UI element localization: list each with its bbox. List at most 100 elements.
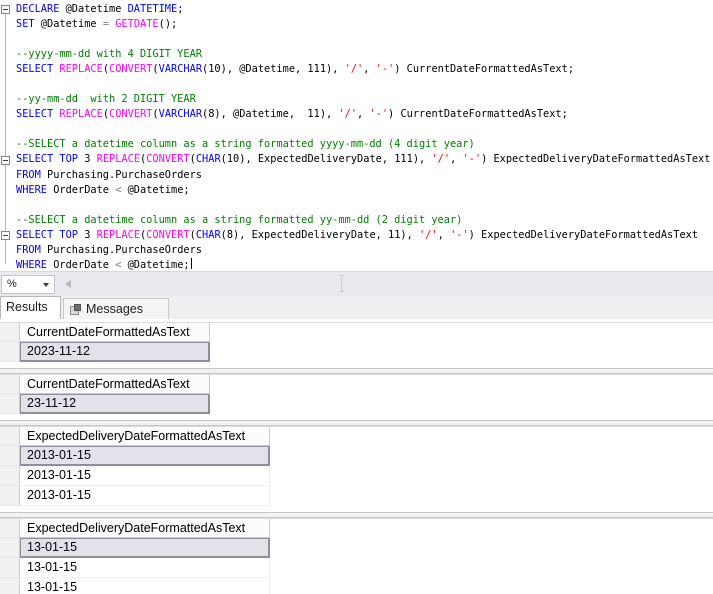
code-token: ; xyxy=(177,3,183,15)
table-row: 2023-11-12 xyxy=(0,342,713,362)
row-header[interactable] xyxy=(0,446,20,466)
code-line: --SELECT a datetime column as a string f… xyxy=(16,137,713,152)
code-token: CHAR xyxy=(196,229,221,241)
code-token: , xyxy=(450,153,462,165)
column-header[interactable]: ExpectedDeliveryDateFormattedAsText xyxy=(20,427,270,446)
corner-header-cell[interactable] xyxy=(0,375,20,394)
corner-header-cell[interactable] xyxy=(0,323,20,342)
sql-editor[interactable]: DECLARE @Datetime DATETIME;SET @Datetime… xyxy=(0,0,713,271)
tab-results-label: Results xyxy=(6,300,48,314)
grid-cell[interactable]: 13-01-15 xyxy=(20,538,270,558)
table-row: 2013-01-15 xyxy=(0,446,713,466)
code-line xyxy=(16,77,713,92)
code-token: 3 xyxy=(78,153,97,165)
code-token: '-' xyxy=(376,63,395,75)
code-line: SELECT REPLACE(CONVERT(VARCHAR(10), @Dat… xyxy=(16,62,713,77)
table-row: 13-01-15 xyxy=(0,578,713,594)
grid-cell[interactable]: 2013-01-15 xyxy=(20,466,270,486)
code-line: WHERE OrderDate < @Datetime; xyxy=(16,183,713,198)
code-token: SELECT xyxy=(16,108,53,120)
header-row: ExpectedDeliveryDateFormattedAsText xyxy=(0,519,713,538)
code-token: FROM xyxy=(16,169,41,181)
corner-header-cell[interactable] xyxy=(0,427,20,446)
code-token: REPLACE xyxy=(59,108,102,120)
code-line: --yyyy-mm-dd with 4 DIGIT YEAR xyxy=(16,47,713,62)
code-token: '-' xyxy=(369,108,388,120)
code-token: WHERE xyxy=(16,184,47,196)
row-header[interactable] xyxy=(0,578,20,594)
row-header[interactable] xyxy=(0,558,20,578)
code-lines: DECLARE @Datetime DATETIME;SET @Datetime… xyxy=(16,2,713,271)
grid-cell[interactable]: 2013-01-15 xyxy=(20,486,270,506)
grid-cell[interactable]: 13-01-15 xyxy=(20,558,270,578)
messages-icon xyxy=(70,304,81,315)
code-token: '-' xyxy=(462,153,481,165)
grid-cell[interactable]: 2013-01-15 xyxy=(20,446,270,466)
grid-cell[interactable]: 2023-11-12 xyxy=(20,342,210,362)
collapse-minus-icon[interactable] xyxy=(1,156,10,165)
corner-header-cell[interactable] xyxy=(0,519,20,538)
code-token: ) ExpectedDeliveryDateFormattedAsText xyxy=(469,229,698,241)
code-token: CONVERT xyxy=(109,108,152,120)
code-line: FROM Purchasing.PurchaseOrders xyxy=(16,243,713,258)
code-line xyxy=(16,122,713,137)
column-header[interactable]: CurrentDateFormattedAsText xyxy=(20,323,210,342)
code-line: WHERE OrderDate < @Datetime; xyxy=(16,258,713,271)
results-grid: CurrentDateFormattedAsText23-11-12 xyxy=(0,374,713,414)
code-token: Purchasing.PurchaseOrders xyxy=(41,169,202,181)
results-pane: CurrentDateFormattedAsText2023-11-12Curr… xyxy=(0,319,713,594)
code-token: , xyxy=(438,229,450,241)
code-token: --yy-mm-dd with 2 DIGIT YEAR xyxy=(16,93,196,105)
table-row: 23-11-12 xyxy=(0,394,713,414)
code-token: SELECT xyxy=(16,229,53,241)
code-token: DECLARE xyxy=(16,3,59,15)
code-token: GETDATE xyxy=(115,18,158,30)
code-line: DECLARE @Datetime DATETIME; xyxy=(16,2,713,17)
code-token: VARCHAR xyxy=(159,63,202,75)
grid-cell[interactable]: 23-11-12 xyxy=(20,394,210,414)
code-token: ) CurrentDateFormattedAsText; xyxy=(388,108,568,120)
zoom-level-dropdown[interactable]: % xyxy=(1,275,55,294)
row-header[interactable] xyxy=(0,486,20,506)
row-header[interactable] xyxy=(0,466,20,486)
column-header[interactable]: ExpectedDeliveryDateFormattedAsText xyxy=(20,519,270,538)
code-line: SELECT TOP 3 REPLACE(CONVERT(CHAR(10), E… xyxy=(16,152,713,167)
code-token: TOP xyxy=(59,229,78,241)
results-grid: ExpectedDeliveryDateFormattedAsText13-01… xyxy=(0,518,713,594)
dropdown-arrow-icon xyxy=(43,283,49,287)
row-header[interactable] xyxy=(0,538,20,558)
code-token: ) ExpectedDeliveryDateFormattedAsText xyxy=(481,153,710,165)
code-token: REPLACE xyxy=(97,229,140,241)
row-header[interactable] xyxy=(0,342,20,362)
code-token: FROM xyxy=(16,244,41,256)
code-token: SELECT xyxy=(16,63,53,75)
code-token: SELECT xyxy=(16,153,53,165)
results-tab-strip: Results Messages xyxy=(0,296,713,319)
code-token: OrderDate xyxy=(47,184,115,196)
outline-vertical-line xyxy=(5,10,6,264)
code-token: --SELECT a datetime column as a string f… xyxy=(16,138,475,150)
tab-messages-label: Messages xyxy=(86,302,143,316)
scroll-left-arrow-icon[interactable] xyxy=(65,280,71,288)
code-token: @Datetime; xyxy=(121,184,189,196)
collapse-minus-icon[interactable] xyxy=(1,231,10,240)
code-token: --yyyy-mm-dd with 4 DIGIT YEAR xyxy=(16,48,202,60)
collapse-minus-icon[interactable] xyxy=(1,5,10,14)
code-token: , xyxy=(357,108,369,120)
results-grids: CurrentDateFormattedAsText2023-11-12Curr… xyxy=(0,319,713,594)
grid-cell[interactable]: 13-01-15 xyxy=(20,578,270,594)
code-token: @Datetime xyxy=(59,3,127,15)
results-grid: ExpectedDeliveryDateFormattedAsText2013-… xyxy=(0,426,713,506)
tab-messages[interactable]: Messages xyxy=(63,298,169,319)
editor-bottom-bar: % xyxy=(0,271,713,296)
code-line xyxy=(16,198,713,213)
row-header[interactable] xyxy=(0,394,20,414)
code-line: SELECT REPLACE(CONVERT(VARCHAR(8), @Date… xyxy=(16,107,713,122)
table-row: 13-01-15 xyxy=(0,538,713,558)
column-header[interactable]: CurrentDateFormattedAsText xyxy=(20,375,210,394)
code-token: TOP xyxy=(59,153,78,165)
results-grid: CurrentDateFormattedAsText2023-11-12 xyxy=(0,322,713,362)
code-token: REPLACE xyxy=(59,63,102,75)
tab-results[interactable]: Results xyxy=(0,296,61,319)
horizontal-scrollbar[interactable] xyxy=(58,272,713,297)
